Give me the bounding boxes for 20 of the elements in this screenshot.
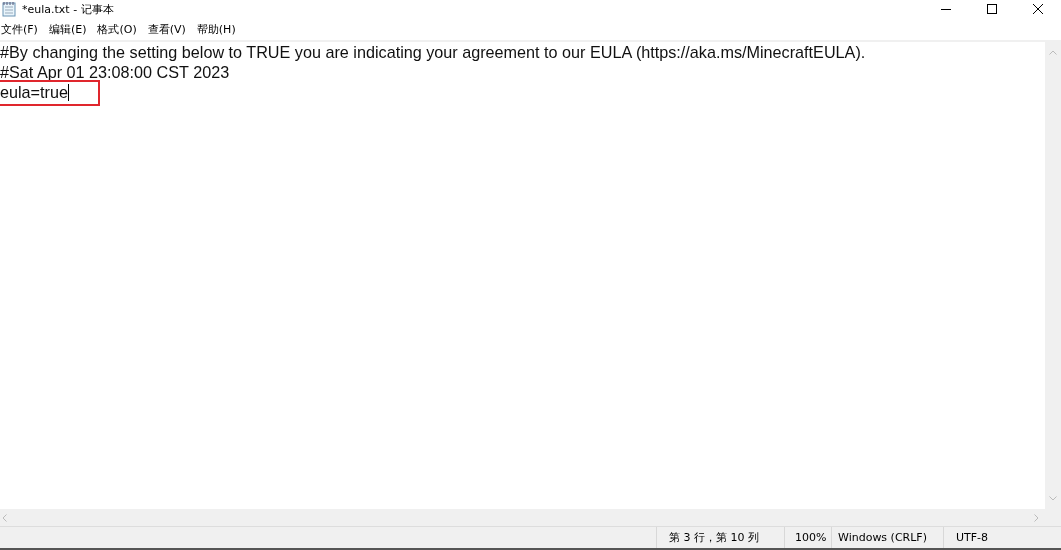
zoom-level: 100% <box>784 527 831 548</box>
scroll-up-icon[interactable] <box>1049 50 1057 55</box>
scroll-left-icon[interactable] <box>2 513 7 522</box>
encoding: UTF-8 <box>943 527 1033 548</box>
maximize-icon <box>987 4 997 14</box>
text-line: #By changing the setting below to TRUE you are indicating your agreement to our EULA (https://aka.ms/MinecraftEULA). <box>0 42 866 62</box>
menu-item[interactable]: 编辑(E) <box>47 21 93 37</box>
menu-item[interactable]: 查看(V) <box>146 21 192 37</box>
text-line: eula=true <box>0 82 98 104</box>
close-icon <box>1033 4 1043 14</box>
menu-item[interactable]: 格式(O) <box>96 21 143 37</box>
window-title: *eula.txt - 记事本 <box>22 1 114 17</box>
scroll-down-icon[interactable] <box>1049 496 1057 501</box>
line-ending: Windows (CRLF) <box>831 527 943 548</box>
text-line: #Sat Apr 01 23:08:00 CST 2023 <box>0 62 230 82</box>
menu-item[interactable]: 文件(F) <box>0 21 44 37</box>
cursor-position: 第 3 行，第 10 列 <box>656 527 784 548</box>
scroll-right-icon[interactable] <box>1034 513 1039 522</box>
notepad-icon <box>2 1 16 17</box>
menu-item[interactable]: 帮助(H) <box>195 21 242 37</box>
